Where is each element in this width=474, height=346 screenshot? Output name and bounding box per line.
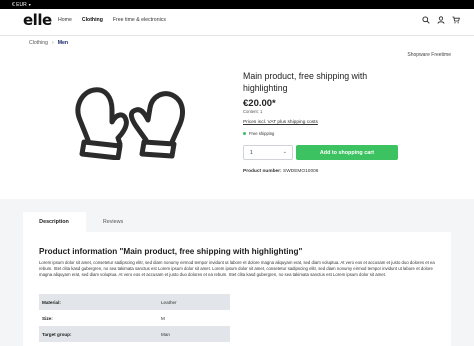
mittens-icon [75,87,185,160]
property-label: Size: [42,315,53,321]
breadcrumb: Clothing › Men [29,40,68,46]
shipping-info: Free shipping [243,131,274,136]
quantity-select[interactable]: 1 ⌄ [243,145,293,160]
top-bar: € EUR ▾ [0,0,474,9]
status-dot-icon [243,132,246,135]
product-title: Main product, free shipping with highlig… [243,71,368,93]
header-divider [0,35,474,36]
chevron-down-icon: ▾ [28,2,31,7]
properties-table: Material: Leather Size: M Target group: … [39,294,230,342]
nav-clothing[interactable]: Clothing [82,17,103,23]
property-label: Target group: [39,326,158,342]
manufacturer-link[interactable]: Shopware Freetime [407,52,451,58]
currency-label: € EUR [12,1,27,8]
tax-shipping-link[interactable]: Prices incl. VAT plus shipping costs [243,120,318,125]
product-number-value: SWDEMO10006 [283,169,319,174]
nav-free-time-electronics[interactable]: Free time & electronics [113,17,166,23]
nav-home[interactable]: Home [58,17,72,23]
product-number: Product number: SWDEMO10006 [243,169,318,174]
table-row: Target group: Man [39,326,230,342]
product-content: Content: 1 [243,109,263,114]
user-icon[interactable] [437,16,445,24]
property-label: Material: [39,294,158,310]
property-value: Man [158,326,230,342]
table-row: Size: M [39,310,230,326]
product-number-label: Product number: [243,169,282,174]
logo[interactable]: elle [23,13,52,28]
description-heading: Product information "Main product, free … [39,247,303,256]
breadcrumb-clothing[interactable]: Clothing [29,40,48,46]
quantity-value: 1 [250,150,253,156]
add-to-cart-button[interactable]: Add to shopping cart [296,145,398,160]
header-actions [422,16,460,24]
main-navigation: Home Clothing Free time & electronics [58,17,166,23]
shipping-label: Free shipping [249,131,275,136]
chevron-down-icon: ⌄ [282,149,287,155]
search-icon[interactable] [422,16,430,24]
chevron-right-icon: › [52,40,54,46]
currency-switcher[interactable]: € EUR ▾ [12,0,31,9]
product-price: €20.00* [243,98,276,109]
tab-strip [140,212,451,232]
breadcrumb-men[interactable]: Men [58,40,68,46]
property-value: M [161,315,165,321]
tab-reviews[interactable]: Reviews [86,212,140,232]
cart-icon[interactable] [452,16,460,24]
property-value: Leather [158,294,230,310]
table-row: Material: Leather [39,294,230,310]
description-body: Lorem ipsum dolor sit amet, consetetur s… [39,260,435,278]
tab-description[interactable]: Description [23,212,85,232]
